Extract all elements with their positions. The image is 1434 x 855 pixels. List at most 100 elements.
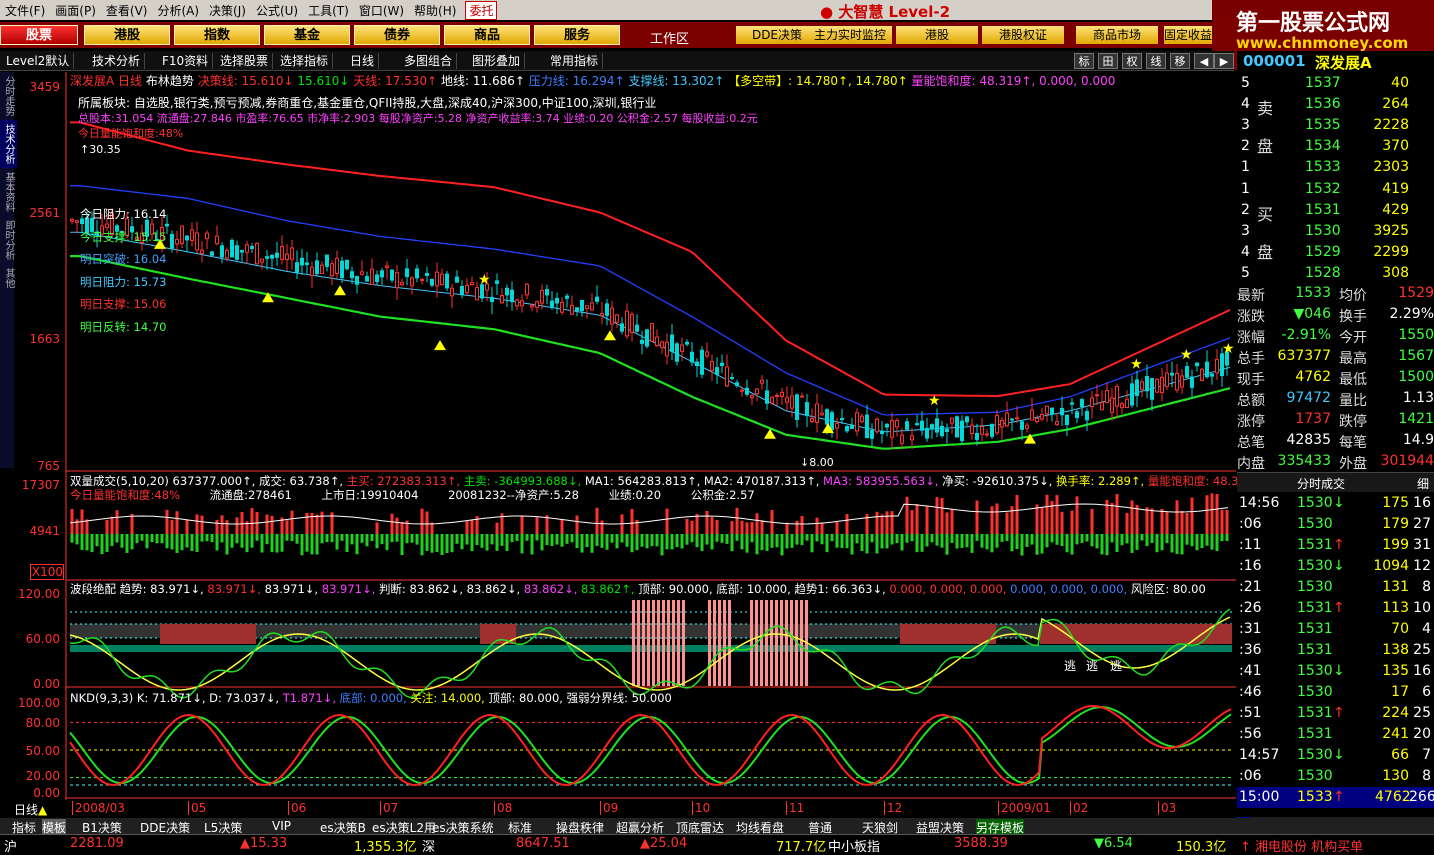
f10-button[interactable]: F10资料 — [158, 53, 214, 69]
candle-body — [575, 307, 579, 312]
nav-stocks[interactable]: 股票 — [0, 25, 78, 45]
last-tick-arrow: ↑ — [1333, 789, 1345, 805]
scroll-right-icon[interactable]: ▶ — [1214, 53, 1234, 69]
volume-bar — [690, 520, 694, 534]
tick-row[interactable]: :11 1531 ↑ 199 31 — [1237, 535, 1434, 556]
stat-row[interactable]: 现手 4762 最低 1500 — [1237, 367, 1434, 388]
nav-fund[interactable]: 基金 — [264, 25, 350, 45]
common-indicator-button[interactable]: 常用指标 — [546, 53, 604, 69]
indicator-name[interactable]: 布林趋势 — [146, 74, 194, 88]
candle-body — [445, 273, 449, 289]
nav-bond[interactable]: 债券 — [354, 25, 440, 45]
template-select[interactable]: Level2默认 — [2, 53, 75, 69]
volume-bar — [1160, 534, 1164, 551]
menu-analysis[interactable]: 分析(A) — [152, 2, 204, 19]
ticks-tab[interactable]: 细 — [1417, 475, 1429, 492]
candle-body — [595, 296, 599, 302]
menu-file[interactable]: 文件(F) — [0, 2, 50, 19]
multi-chart-button[interactable]: 多图组合 — [400, 53, 458, 69]
entrust-button[interactable]: 委托 — [465, 0, 498, 20]
menu-tools[interactable]: 工具(T) — [303, 2, 354, 19]
stat-value: 2.29% — [1389, 306, 1434, 322]
tick-row[interactable]: :56 1531 241 20 — [1237, 724, 1434, 745]
nav-commodity[interactable]: 商品 — [444, 25, 530, 45]
tick-time: :16 — [1239, 558, 1262, 574]
nav-hk[interactable]: 港股 — [84, 25, 170, 45]
tick-row[interactable]: :31 1531 70 4 — [1237, 619, 1434, 640]
tick-row[interactable]: :06 1530 179 27 — [1237, 514, 1434, 535]
sell-order-row[interactable]: 5 1537 40 — [1237, 73, 1434, 94]
grid-button[interactable]: 田 — [1098, 53, 1118, 69]
buy-order-row[interactable]: 5 1528 308 — [1237, 263, 1434, 284]
menu-view-picture[interactable]: 画面(P) — [50, 2, 101, 19]
rights-button[interactable]: 权 — [1122, 53, 1142, 69]
candle-body — [1045, 405, 1049, 415]
tick-row[interactable]: :46 1530 17 6 — [1237, 682, 1434, 703]
stat-row[interactable]: 总额 97472 量比 1.13 — [1237, 388, 1434, 409]
stat-row[interactable]: 总笔 42835 每笔 14.9 — [1237, 430, 1434, 451]
volume-bar — [390, 534, 394, 543]
menu-formula[interactable]: 公式(U) — [251, 2, 303, 19]
stat-row[interactable]: 涨停 1737 跌停 1421 — [1237, 409, 1434, 430]
stat-row[interactable]: 涨跌 ▼046 换手 2.29% — [1237, 304, 1434, 325]
volume-bar — [470, 534, 474, 552]
select-indicator-button[interactable]: 选择指标 — [276, 53, 334, 69]
nav-hk-warrant[interactable]: 港股权证 — [982, 26, 1064, 44]
sell-order-row[interactable]: 1 1533 2303 — [1237, 157, 1434, 178]
nav-monitor[interactable]: 主力实时监控 — [808, 26, 892, 44]
stat-row[interactable]: 最新 1533 均价 1529 — [1237, 283, 1434, 304]
x-tick-label: 07 — [380, 801, 398, 815]
workarea-label[interactable]: 工作区 — [650, 28, 689, 47]
news-ticker[interactable]: ↑ 湘电股份 机构买单 — [1240, 836, 1363, 855]
candle-body — [450, 287, 454, 297]
tick-row[interactable]: :06 1530 130 8 — [1237, 766, 1434, 787]
tick-price: 1530 — [1297, 747, 1333, 763]
candle-body — [1180, 375, 1184, 388]
tick-volume: 241 — [1382, 726, 1409, 742]
overlay-button[interactable]: 图形叠加 — [468, 53, 526, 69]
tick-row[interactable]: :36 1531 138 25 — [1237, 640, 1434, 661]
wave-header-value: 顶部: 90.000, 底部: 10.000, 趋势1: 66.363↓, — [638, 582, 890, 596]
nav-fixed-income[interactable]: 固定收益 — [1164, 26, 1212, 44]
wave-header-value: 0.000, 0.000, 0.000, — [1010, 582, 1131, 596]
mark-button[interactable]: 标 — [1074, 53, 1094, 69]
stat-label: 每笔 — [1339, 435, 1367, 451]
last-tick-count: 266 — [1409, 789, 1434, 805]
menu-decision[interactable]: 决策(J) — [204, 2, 251, 19]
tick-row[interactable]: :51 1531 ↑ 224 25 — [1237, 703, 1434, 724]
nav-dde[interactable]: DDE决策 — [736, 26, 818, 44]
nav-commodity-market[interactable]: 商品市场 — [1076, 26, 1158, 44]
tick-row[interactable]: :16 1530 ↓ 1094 12 — [1237, 556, 1434, 577]
menu-help[interactable]: 帮助(H) — [409, 2, 461, 19]
select-stock-button[interactable]: 选择股票 — [216, 53, 274, 69]
volume-bar — [1090, 534, 1094, 547]
tick-row[interactable]: :41 1530 ↓ 135 16 — [1237, 661, 1434, 682]
sell-label: 卖盘 — [1257, 95, 1273, 157]
stat-row[interactable]: 总手 637377 最高 1567 — [1237, 346, 1434, 367]
menu-view[interactable]: 查看(V) — [101, 2, 153, 19]
stat-row[interactable]: 涨幅 -2.91% 今开 1550 — [1237, 325, 1434, 346]
scroll-left-icon[interactable]: ◀ — [1194, 53, 1214, 69]
tick-row[interactable]: 14:56 1530 ↓ 175 16 — [1237, 493, 1434, 514]
tick-row[interactable]: :21 1530 131 8 — [1237, 577, 1434, 598]
sh-label: 沪 — [4, 840, 18, 855]
line-button[interactable]: 线 — [1146, 53, 1166, 69]
period-button[interactable]: 日线 — [346, 53, 380, 69]
nkd-k-line — [69, 704, 1232, 787]
stat-row[interactable]: 内盘 335433 外盘 301944 — [1237, 451, 1434, 472]
tick-row[interactable]: :26 1531 ↑ 113 10 — [1237, 598, 1434, 619]
candle-body — [1155, 378, 1159, 393]
nav-service[interactable]: 服务 — [534, 25, 620, 45]
menu-window[interactable]: 窗口(W) — [354, 2, 409, 19]
chart-area[interactable]: ★ ★ ★ ★ ★ — [0, 72, 1236, 818]
tick-row[interactable]: 14:57 1530 ↓ 66 7 — [1237, 745, 1434, 766]
nav-index[interactable]: 指数 — [174, 25, 260, 45]
volume-bar — [570, 534, 574, 543]
tech-analysis-button[interactable]: 技术分析 — [88, 53, 146, 69]
template-tab[interactable]: VIP — [272, 819, 291, 833]
move-button[interactable]: 移 — [1170, 53, 1190, 69]
volume-bar — [200, 515, 204, 534]
nav-hk2[interactable]: 港股 — [896, 26, 978, 44]
buy-order-row[interactable]: 1 1532 419 — [1237, 179, 1434, 200]
volume-bar — [370, 534, 374, 542]
